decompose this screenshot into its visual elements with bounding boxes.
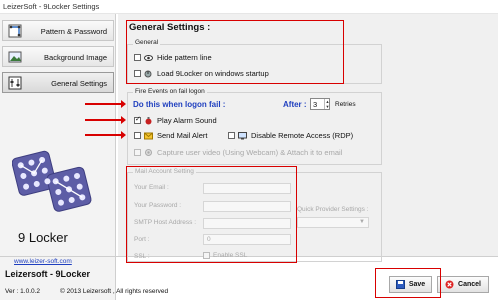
fail-action-label: Do this when logon fail : (133, 100, 226, 109)
send-mail-option[interactable]: Send Mail Alert (134, 131, 207, 140)
pattern-icon (8, 24, 22, 38)
quick-provider-label: Quick Provider Settings : (297, 206, 369, 213)
version-label: Ver : 1.0.0.2 (5, 288, 41, 295)
website-link[interactable]: www.leizer-soft.com (14, 258, 72, 265)
sidebar-item-label: General Settings (51, 79, 107, 88)
footer-brand: Leizersoft - 9Locker (5, 269, 91, 279)
sidebar: Pattern & Password Background Image Gene… (0, 14, 116, 300)
after-label: After : (283, 100, 307, 109)
retries-label: Retries (335, 101, 356, 108)
copyright-label: © 2013 Leizersoft , All rights reserved (60, 288, 169, 295)
window-title: LeizerSoft - 9Locker Settings (3, 2, 100, 11)
webcam-icon (145, 148, 152, 156)
mail-icon (144, 132, 153, 139)
retries-spinner[interactable]: ▲ ▼ (324, 99, 330, 109)
capture-video-option[interactable]: Capture user video (Using Webcam) & Atta… (134, 148, 342, 157)
app-logo-icon (12, 150, 92, 212)
send-mail-label: Send Mail Alert (157, 131, 208, 140)
sidebar-item-label: Pattern & Password (40, 27, 107, 36)
title-bar: LeizerSoft - 9Locker Settings (0, 0, 498, 14)
alarm-icon (145, 116, 152, 124)
remote-icon (238, 131, 247, 139)
chevron-down-icon: ▼ (359, 219, 365, 225)
sidebar-item-label: Background Image (44, 53, 107, 62)
disable-remote-label: Disable Remote Access (RDP) (251, 131, 354, 140)
cancel-button-label: Cancel (458, 281, 481, 288)
annotation-box-mail (126, 166, 297, 263)
annotation-arrow (85, 116, 126, 124)
disable-remote-option[interactable]: Disable Remote Access (RDP) (228, 131, 353, 140)
play-alarm-option[interactable]: Play Alarm Sound (134, 115, 217, 125)
annotation-box-save (375, 268, 441, 298)
annotation-arrow (85, 100, 126, 108)
annotation-box-general (126, 20, 344, 84)
capture-video-label: Capture user video (Using Webcam) & Atta… (157, 148, 343, 157)
settings-icon (8, 76, 22, 90)
send-mail-checkbox[interactable] (134, 132, 141, 139)
quick-provider-select[interactable]: ▼ (297, 217, 369, 228)
capture-video-checkbox[interactable] (134, 149, 141, 156)
cancel-button[interactable]: Cancel (437, 276, 489, 293)
play-alarm-checkbox[interactable] (134, 115, 141, 124)
sidebar-item-pattern-password[interactable]: Pattern & Password (2, 20, 114, 41)
fire-events-group-label: Fire Events on fail logon (133, 88, 207, 95)
disable-remote-checkbox[interactable] (228, 132, 235, 139)
cancel-icon (445, 280, 454, 289)
annotation-arrow (85, 131, 126, 139)
sidebar-item-general-settings[interactable]: General Settings (2, 72, 114, 93)
play-alarm-label: Play Alarm Sound (157, 116, 217, 125)
sidebar-item-background-image[interactable]: Background Image (2, 46, 114, 67)
image-icon (8, 51, 22, 63)
logo-text: 9 Locker (18, 230, 68, 245)
